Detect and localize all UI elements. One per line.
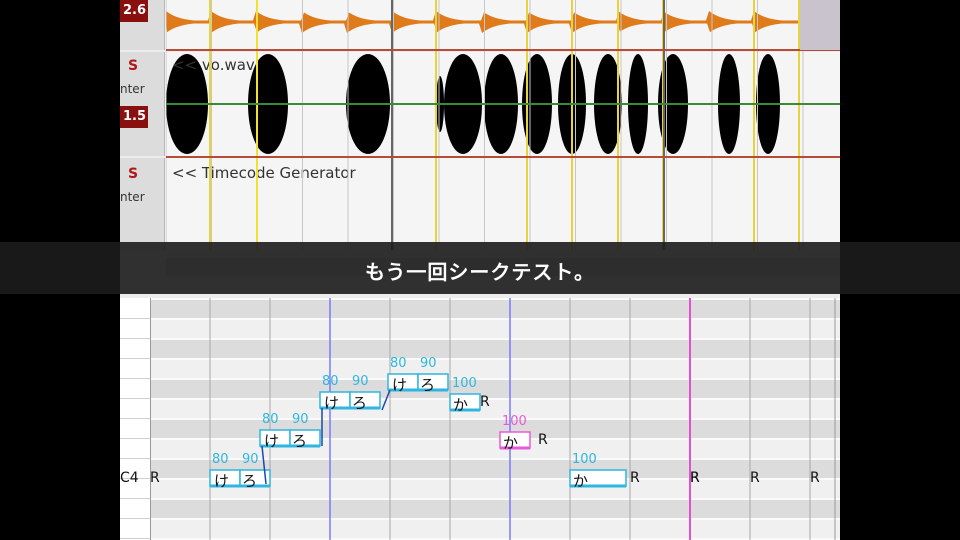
- note-lyric: け: [264, 432, 280, 450]
- vocal-segment: [756, 54, 780, 154]
- track-lane-vocal[interactable]: << vo.wav: [166, 52, 840, 156]
- note-lyric: か: [453, 396, 469, 414]
- track-end-region: [800, 0, 840, 50]
- pitch-row: [150, 360, 840, 378]
- track-header-3: S nter: [120, 158, 165, 250]
- waveform-shape: [166, 11, 800, 33]
- note-lyric: か: [503, 434, 519, 452]
- vocal-segment: [594, 54, 622, 154]
- track-header-2: S nter 1.5: [120, 52, 165, 156]
- rest-marker: R: [630, 470, 640, 486]
- vocal-segment: [558, 54, 586, 154]
- velocity-label: 80: [212, 452, 229, 467]
- velocity-label: 80: [262, 412, 279, 427]
- velocity-label: 100: [572, 452, 597, 467]
- piano-key[interactable]: [120, 420, 150, 439]
- vocal-segment: [718, 54, 740, 154]
- pitch-row: [150, 500, 840, 518]
- pan-readout[interactable]: nter: [120, 190, 145, 204]
- velocity-label: 90: [292, 412, 309, 427]
- pitch-row: [150, 340, 840, 358]
- velocity-label: 90: [352, 374, 369, 389]
- piano-key[interactable]: [120, 300, 150, 319]
- rest-marker: R: [150, 470, 160, 486]
- rest-marker: R: [750, 470, 760, 486]
- lane-label-timecode: << Timecode Generator: [172, 164, 356, 182]
- track-header-1: 2.6: [120, 0, 165, 50]
- piano-key[interactable]: [120, 360, 150, 379]
- volume-readout[interactable]: 2.6: [120, 0, 148, 22]
- vocal-segment: [658, 54, 688, 154]
- velocity-label: 100: [502, 414, 527, 429]
- piano-key[interactable]: [120, 340, 150, 359]
- velocity-label: 100: [452, 376, 477, 391]
- solo-button[interactable]: S: [128, 58, 138, 74]
- track-lane-orange[interactable]: [166, 0, 840, 50]
- pitch-row: [150, 380, 840, 398]
- piano-key[interactable]: [120, 440, 150, 459]
- waveform-orange: [166, 11, 800, 33]
- track-lane-timecode[interactable]: << Timecode Generator: [166, 158, 840, 250]
- rest-marker: R: [810, 470, 820, 486]
- vocal-segment: [436, 76, 444, 132]
- piano-key[interactable]: [120, 380, 150, 399]
- pitch-row: [150, 420, 840, 438]
- velocity-label: 90: [420, 356, 437, 371]
- vocal-segment: [444, 54, 482, 154]
- lane-label-vocal: << vo.wav: [172, 56, 255, 74]
- piano-key[interactable]: [120, 520, 150, 539]
- key-label-c4: C4: [120, 470, 139, 486]
- pitch-row: [150, 400, 840, 418]
- rest-marker: R: [480, 394, 490, 410]
- piano-roll[interactable]: C4 けろ 80 90 けろ 80 90 けろ 80 90 けろ 80 90 か 100 か 100 か 100 R…: [120, 298, 840, 540]
- vocal-segment: [628, 54, 648, 154]
- velocity-label: 80: [322, 374, 339, 389]
- pan-readout[interactable]: nter: [120, 82, 145, 96]
- note-lyric: け: [324, 394, 340, 412]
- vocal-segment: [346, 54, 390, 154]
- pitch-row: [150, 320, 840, 338]
- volume-readout[interactable]: 1.5: [120, 106, 148, 128]
- solo-button[interactable]: S: [128, 166, 138, 182]
- waveform-vocal: [166, 54, 780, 154]
- piano-key[interactable]: [120, 400, 150, 419]
- note-lyric: ろ: [292, 432, 308, 450]
- note-lyric: け: [214, 472, 230, 490]
- note-lyric: け: [392, 376, 408, 394]
- vocal-segment: [484, 54, 518, 154]
- piano-key[interactable]: [120, 320, 150, 339]
- pitch-row: [150, 520, 840, 538]
- video-caption: もう一回シークテスト。: [365, 260, 595, 284]
- piano-key[interactable]: [120, 500, 150, 519]
- pitch-row: [150, 300, 840, 318]
- piano-keyboard[interactable]: [120, 298, 151, 540]
- rest-marker: R: [538, 432, 548, 448]
- note-lyric: ろ: [420, 376, 436, 394]
- piano-roll-grid: [149, 298, 840, 540]
- note-lyric: か: [573, 472, 589, 490]
- vocal-segment: [522, 54, 552, 154]
- note-lyric: ろ: [242, 472, 258, 490]
- velocity-label: 80: [390, 356, 407, 371]
- rest-marker: R: [690, 470, 700, 486]
- velocity-label: 90: [242, 452, 259, 467]
- note-lyric: ろ: [352, 394, 368, 412]
